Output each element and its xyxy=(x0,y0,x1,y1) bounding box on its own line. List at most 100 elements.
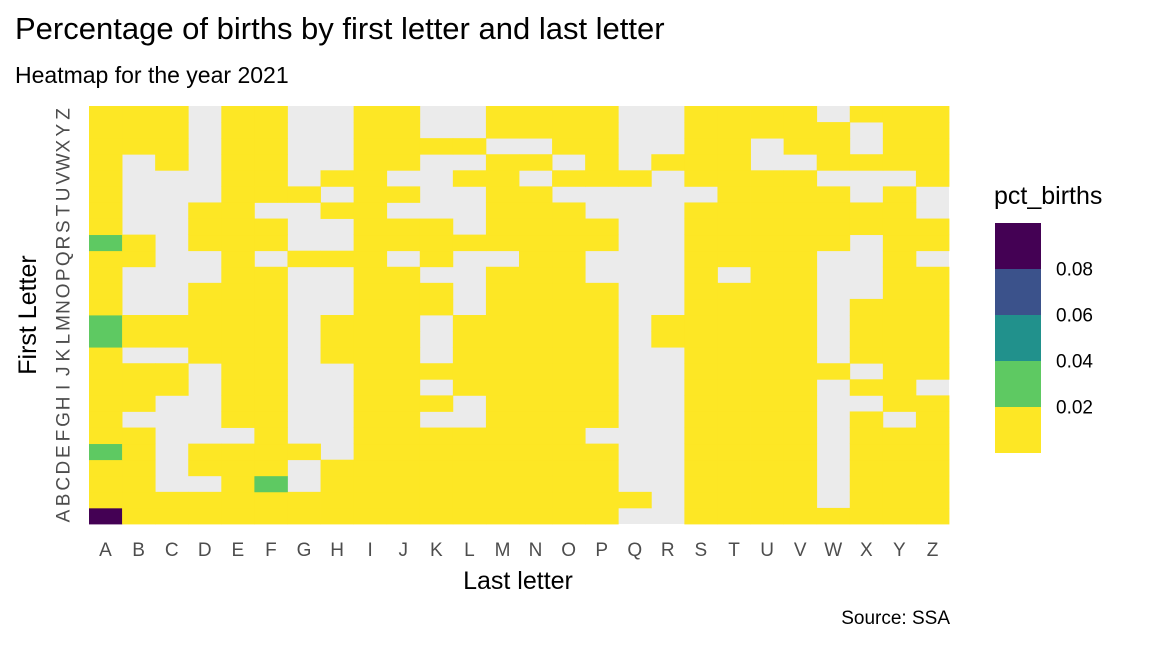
heatmap-cell-O-Z xyxy=(915,282,950,300)
heatmap-cell-V-V xyxy=(783,170,818,187)
heatmap-cell-U-E xyxy=(221,186,255,203)
heatmap-cell-D-T xyxy=(717,459,751,477)
heatmap-cell-N-J xyxy=(386,298,421,316)
heatmap-cell-R-P xyxy=(585,234,619,252)
heatmap-cell-Z-Y xyxy=(882,106,917,123)
heatmap-cell-B-S xyxy=(684,491,718,509)
heatmap-cell-L-P xyxy=(585,331,619,348)
heatmap-cell-G-E xyxy=(221,411,255,428)
heatmap-cell-H-V xyxy=(783,395,818,412)
heatmap-cell-H-B xyxy=(122,395,156,412)
heatmap-cell-H-P xyxy=(585,395,619,412)
x-tick-T: T xyxy=(728,540,740,561)
y-tick-M: M xyxy=(54,315,75,331)
heatmap-cell-M-A xyxy=(89,315,123,332)
x-tick-X: X xyxy=(860,540,873,561)
heatmap-cell-K-O xyxy=(552,347,586,364)
heatmap-cell-V-L xyxy=(452,170,487,187)
heatmap-cell-N-K xyxy=(419,298,454,316)
heatmap-cell-E-G xyxy=(287,443,321,461)
heatmap-cell-E-A xyxy=(89,443,123,461)
heatmap-cell-W-M xyxy=(485,154,520,171)
heatmap-cell-B-V xyxy=(783,491,818,509)
heatmap-cell-L-H xyxy=(320,331,355,348)
heatmap-cell-V-P xyxy=(585,170,619,187)
heatmap-cell-A-D xyxy=(188,507,222,525)
x-tick-I: I xyxy=(368,540,373,561)
heatmap-cell-C-B xyxy=(122,475,156,493)
heatmap-cell-G-S xyxy=(684,411,718,428)
heatmap-cell-X-P xyxy=(585,138,619,155)
heatmap-cell-J-B xyxy=(122,363,156,380)
heatmap-cell-D-U xyxy=(750,459,785,477)
heatmap-cell-X-B xyxy=(122,138,156,155)
heatmap-cell-E-U xyxy=(750,443,785,461)
heatmap-cell-K-T xyxy=(717,347,751,364)
heatmap-cell-E-X xyxy=(849,443,884,461)
heatmap-cell-C-Z xyxy=(915,475,950,493)
heatmap-cell-F-F xyxy=(254,427,288,445)
heatmap-cell-M-J xyxy=(386,315,421,332)
heatmap-cell-M-F xyxy=(254,315,288,332)
heatmap-cell-A-G xyxy=(287,507,321,525)
y-tick-J: J xyxy=(54,367,75,377)
heatmap-cell-O-F xyxy=(254,282,288,300)
heatmap-cell-A-S xyxy=(684,507,718,525)
heatmap-cell-A-J xyxy=(386,507,421,525)
heatmap-cell-R-V xyxy=(783,234,818,252)
x-tick-B: B xyxy=(132,540,145,561)
heatmap-cell-O-P xyxy=(585,282,619,300)
heatmap-cell-J-O xyxy=(552,363,586,380)
heatmap-cell-B-I xyxy=(353,491,388,509)
heatmap-cell-Z-C xyxy=(155,106,189,123)
heatmap-cell-Q-K xyxy=(419,250,454,268)
heatmap-cell-S-P xyxy=(585,218,619,236)
heatmap-cell-Z-J xyxy=(386,106,421,123)
heatmap-cell-A-W xyxy=(816,507,851,525)
x-tick-M: M xyxy=(495,540,511,561)
heatmap-cell-B-G xyxy=(287,491,321,509)
heatmap-cell-E-T xyxy=(717,443,751,461)
heatmap-cell-G-N xyxy=(519,411,553,428)
heatmap-cell-N-I xyxy=(353,298,388,316)
legend-label-3: 0.02 xyxy=(1056,398,1093,419)
heatmap-cell-O-V xyxy=(783,282,818,300)
y-tick-Y: Y xyxy=(54,123,75,136)
heatmap-cell-U-I xyxy=(353,186,388,203)
heatmap-cell-R-Y xyxy=(882,234,917,252)
heatmap-cell-B-P xyxy=(585,491,619,509)
heatmap-cell-K-S xyxy=(684,347,718,364)
heatmap-cell-N-F xyxy=(254,298,288,316)
heatmap-cell-P-V xyxy=(783,266,818,284)
heatmap-cell-X-K xyxy=(419,138,454,155)
heatmap-cell-M-O xyxy=(552,315,586,332)
chart-caption: Source: SSA xyxy=(841,608,950,629)
y-tick-U: U xyxy=(54,188,75,202)
x-axis-title: Last letter xyxy=(463,567,573,595)
heatmap-cell-D-A xyxy=(89,459,123,477)
heatmap-cell-Q-Y xyxy=(882,250,917,268)
heatmap-cell-K-P xyxy=(585,347,619,364)
x-tick-Q: Q xyxy=(627,540,642,561)
heatmap-cell-Y-V xyxy=(783,122,818,139)
heatmap-cell-T-D xyxy=(188,202,222,219)
heatmap-cell-T-I xyxy=(353,202,388,219)
heatmap-cell-Y-B xyxy=(122,122,156,139)
heatmap-cell-Y-S xyxy=(684,122,718,139)
heatmap-cell-K-N xyxy=(519,347,553,364)
heatmap-cell-V-S xyxy=(684,170,718,187)
heatmap-cell-C-V xyxy=(783,475,818,493)
heatmap-cell-I-U xyxy=(750,379,785,396)
x-tick-U: U xyxy=(760,540,774,561)
heatmap-cell-X-T xyxy=(717,138,751,155)
heatmap-cell-P-Z xyxy=(915,266,950,284)
heatmap-cell-C-E xyxy=(221,475,255,493)
heatmap-cell-U-G xyxy=(287,186,321,203)
heatmap-cell-W-A xyxy=(89,154,123,171)
legend-title: pct_births xyxy=(994,182,1102,210)
heatmap-cell-E-E xyxy=(221,443,255,461)
heatmap-cell-R-L xyxy=(452,234,487,252)
heatmap-cell-U-M xyxy=(485,186,520,203)
heatmap-cells xyxy=(89,106,950,525)
heatmap-cell-K-F xyxy=(254,347,288,364)
